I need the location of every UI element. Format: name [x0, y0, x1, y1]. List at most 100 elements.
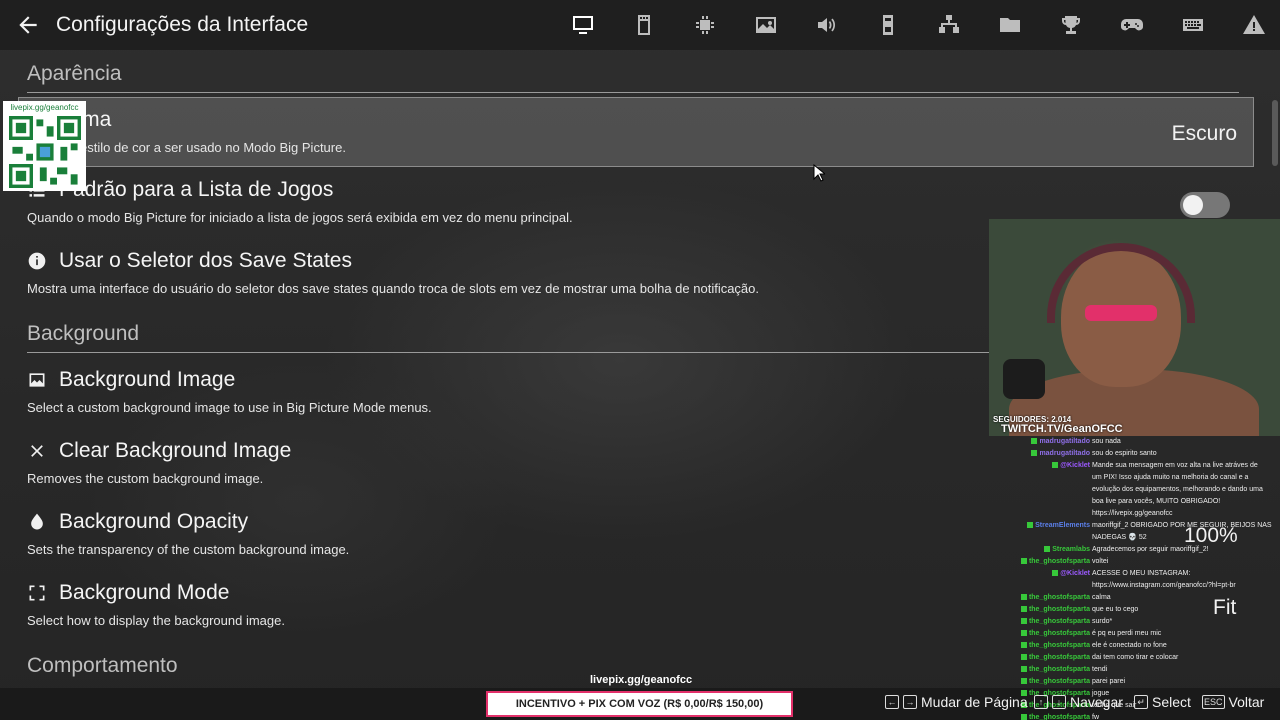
chat-text: Mande sua mensagem em voz alta na live a…: [1092, 462, 1258, 469]
chat-text: parei parei: [1092, 678, 1126, 685]
memory-card-icon: [637, 15, 650, 35]
chat-username: the_ghostofsparta: [1020, 640, 1090, 652]
category-tabs: [552, 0, 1280, 50]
microphone: [1003, 359, 1045, 399]
hint-select: ↵ Select: [1134, 694, 1191, 710]
speaker-icon: [817, 18, 835, 32]
tab-folders[interactable]: [979, 0, 1040, 50]
hint-change-page: ← → Mudar de Página: [885, 694, 1028, 710]
chat-message: the_ghostofsparta fw: [990, 712, 1280, 720]
qr-label: livepix.gg/geanofcc: [10, 103, 79, 112]
tab-interface[interactable]: [552, 0, 613, 50]
setting-value: Escuro: [1171, 122, 1237, 145]
scrollbar[interactable]: [1272, 100, 1278, 166]
arrow-left-icon: [19, 16, 37, 34]
esc-key-icon: ESC: [1202, 695, 1225, 709]
gamepad-icon: [1120, 19, 1143, 31]
hint-label: Select: [1152, 694, 1191, 710]
chat-text: tendi: [1092, 666, 1108, 673]
setting-title: Padrão para a Lista de Jogos: [59, 178, 334, 201]
chat-text: sou do espirito santo: [1092, 450, 1157, 457]
livepix-url: livepix.gg/geanofcc: [590, 674, 693, 686]
hint-back: ESC Voltar: [1202, 694, 1264, 710]
tab-memory-cards[interactable]: [613, 0, 674, 50]
chat-text: fw: [1092, 714, 1099, 720]
channel-name: TWITCH.TV/GeanOFCC: [1001, 423, 1123, 435]
tab-network[interactable]: [918, 0, 979, 50]
image-icon: [29, 373, 45, 387]
qr-code-overlay: livepix.gg/geanofcc: [3, 101, 86, 191]
network-icon: [938, 15, 959, 33]
controller-port-icon: [882, 15, 893, 35]
chat-username: the_ghostofsparta: [1020, 604, 1090, 616]
chat-username: the_ghostofsparta: [1020, 712, 1090, 720]
chat-username: @Kicklet: [1052, 568, 1090, 580]
chat-message: the_ghostofsparta ele é conectado no fone: [990, 640, 1280, 652]
keyboard-icon: [1182, 19, 1203, 31]
chat-text: sou nada: [1092, 438, 1121, 445]
mouse-cursor-icon: [813, 164, 825, 182]
chat-badge-icon: [1020, 666, 1027, 673]
chat-badge-icon: [1020, 642, 1027, 649]
chat-message: the_ghostofsparta dai tem como tirar e co…: [990, 652, 1280, 664]
chat-text: calma: [1092, 594, 1111, 601]
tab-audio[interactable]: [796, 0, 857, 50]
arrow-left-key-icon: ←: [885, 695, 899, 709]
chat-text: boa live para vocês, MUITO OBRIGADO!: [1092, 498, 1221, 505]
chat-badge-icon: [1031, 450, 1038, 457]
chat-message: the_ghostofsparta parei parei: [990, 676, 1280, 688]
arrow-right-key-icon: →: [903, 695, 917, 709]
chat-message: madrugatiltado sou do espirito santo: [990, 448, 1280, 460]
opacity-value: 100%: [1184, 524, 1238, 547]
chat-username: @Kicklet: [1052, 460, 1090, 472]
tab-graphics[interactable]: [735, 0, 796, 50]
hint-navigate: ↑ ↓ Navegar: [1034, 694, 1123, 710]
chat-badge-icon: [1020, 654, 1027, 661]
chat-badge-icon: [1052, 462, 1059, 469]
back-button[interactable]: [0, 0, 56, 50]
default-game-list-toggle[interactable]: [1180, 192, 1230, 218]
chat-badge-icon: [1020, 714, 1027, 720]
chat-badge-icon: [1020, 678, 1027, 685]
chat-username: the_ghostofsparta: [1020, 628, 1090, 640]
chat-text: um PIX! Isso ajuda muito na melhoria do …: [1092, 474, 1249, 481]
fullscreen-icon: [29, 585, 45, 601]
page-title: Configurações da Interface: [56, 13, 309, 36]
chat-badge-icon: [1052, 570, 1059, 577]
trophy-icon: [1061, 16, 1080, 34]
tab-achievements[interactable]: [1040, 0, 1101, 50]
chat-username: the_ghostofsparta: [1020, 616, 1090, 628]
chat-text: voltei: [1092, 558, 1109, 565]
tab-emulation[interactable]: [674, 0, 735, 50]
tab-advanced[interactable]: [1223, 0, 1280, 50]
chat-message: the_ghostofsparta é pq eu perdi meu mic: [990, 628, 1280, 640]
info-icon: [28, 252, 46, 270]
image-icon: [755, 17, 776, 33]
chat-badge-icon: [1020, 606, 1027, 613]
chat-message: madrugatiltado sou nada: [990, 436, 1280, 448]
mode-value: Fit: [1213, 596, 1237, 619]
hint-label: Voltar: [1228, 694, 1265, 710]
toggle-knob: [1183, 195, 1203, 215]
tab-gamepad[interactable]: [1101, 0, 1162, 50]
chat-text: ACESSE O MEU INSTAGRAM:: [1092, 570, 1191, 577]
chip-icon: [695, 16, 714, 34]
setting-theme[interactable]: Tema Define o estilo de cor a ser usado …: [18, 97, 1254, 167]
header-bar: Configurações da Interface: [0, 0, 1280, 50]
folder-icon: [999, 18, 1020, 32]
tab-controllers[interactable]: [857, 0, 918, 50]
incentive-banner: INCENTIVO + PIX COM VOZ (R$ 0,00/R$ 150,…: [486, 691, 793, 717]
chat-message: boa live para vocês, MUITO OBRIGADO!: [990, 496, 1280, 508]
chat-text: evolução dos equipamentos, melhorando e …: [1092, 486, 1263, 493]
chat-message: @Kicklet ACESSE O MEU INSTAGRAM:: [990, 568, 1280, 580]
setting-description: Mostra uma interface do usuário do selet…: [27, 281, 760, 296]
qr-code-icon: [9, 116, 81, 188]
droplet-icon: [31, 513, 43, 530]
tab-hotkeys[interactable]: [1162, 0, 1223, 50]
chat-badge-icon: [1020, 618, 1027, 625]
chat-text: maoriffgif_2 OBRIGADO POR ME SEGUIR, BEI…: [1092, 522, 1272, 529]
chat-username: madrugatiltado: [1031, 448, 1090, 460]
chat-message: um PIX! Isso ajuda muito na melhoria do …: [990, 472, 1280, 484]
chat-username: StreamElements: [1027, 520, 1090, 532]
enter-key-icon: ↵: [1134, 695, 1148, 709]
